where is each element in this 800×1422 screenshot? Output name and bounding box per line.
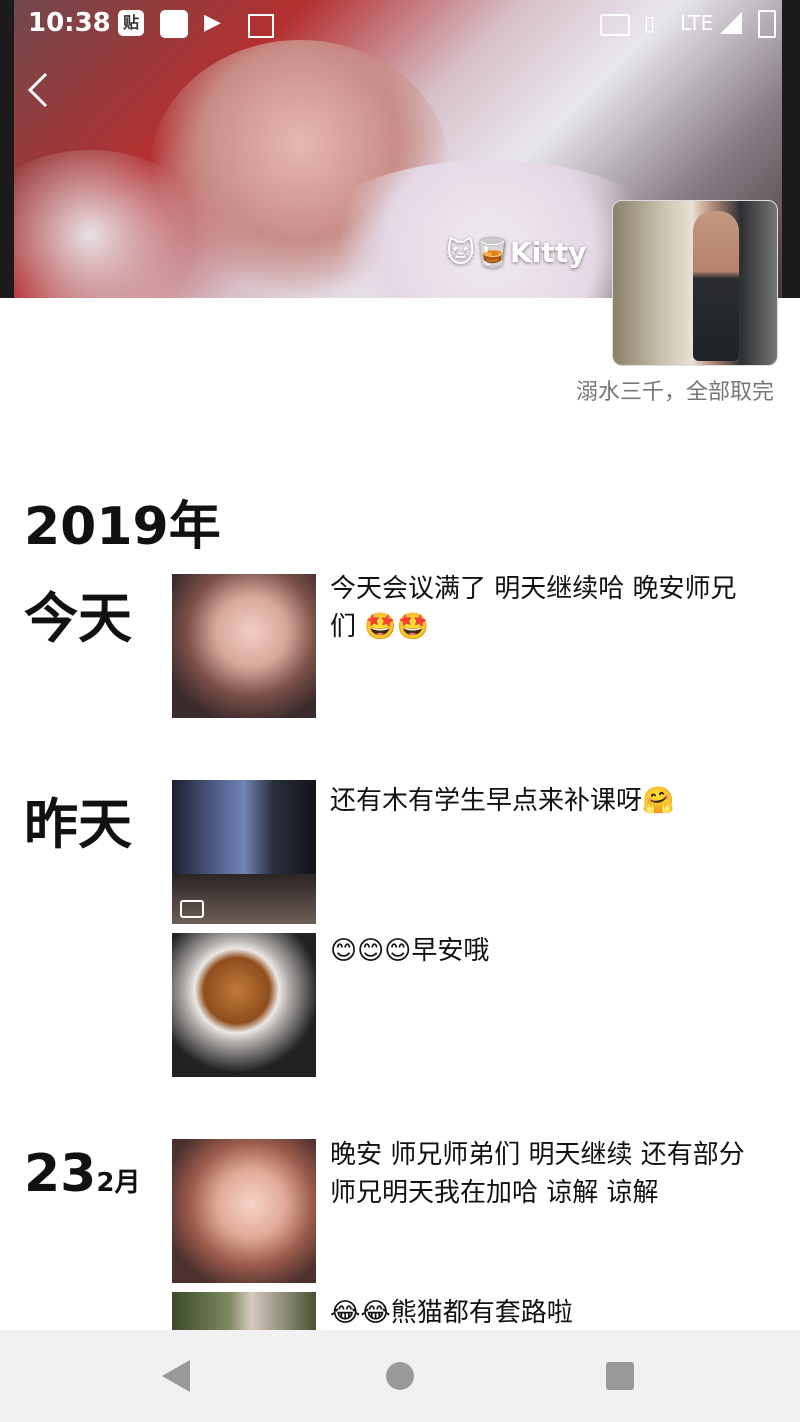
notification-tie-icon: 贴	[118, 10, 144, 36]
status-bar: 10:38 贴 ▶ ▯ LTE	[0, 0, 800, 48]
date-label: 232月	[24, 1144, 140, 1204]
post-thumbnail[interactable]	[172, 1292, 316, 1332]
signal-icon	[720, 12, 742, 34]
chevron-left-icon	[27, 72, 48, 108]
day-label-yesterday: 昨天	[24, 793, 132, 856]
screenshot-icon	[248, 14, 274, 38]
vibrate-icon: ▯	[644, 11, 656, 35]
profile-avatar[interactable]	[612, 200, 778, 366]
post-thumbnail[interactable]	[172, 933, 316, 1077]
profile-signature: 溺水三千，全部取完	[575, 380, 774, 405]
day-label-today: 今天	[24, 587, 132, 650]
date-day: 23	[24, 1144, 97, 1204]
post-text[interactable]: 😂😂熊猫都有套路啦	[330, 1294, 760, 1332]
year-heading: 2019年	[24, 497, 221, 557]
video-icon	[180, 900, 204, 918]
nav-back-icon[interactable]	[162, 1360, 190, 1392]
nav-recents-icon[interactable]	[606, 1362, 634, 1390]
nav-home-icon[interactable]	[386, 1362, 414, 1390]
battery-icon	[758, 10, 776, 38]
notification-app-icon	[160, 10, 188, 38]
post-thumbnail[interactable]	[172, 1139, 316, 1283]
play-store-icon: ▶	[204, 10, 221, 35]
post-text[interactable]: 今天会议满了 明天继续哈 晚安师兄们 🤩🤩	[330, 570, 760, 646]
profile-nickname: 🐱🥃Kitty	[446, 236, 587, 269]
post-text[interactable]: 晚安 师兄师弟们 明天继续 还有部分师兄明天我在加哈 谅解 谅解	[330, 1136, 760, 1212]
clock: 10:38	[28, 8, 111, 38]
post-text[interactable]: 😊😊😊早安哦	[330, 932, 760, 970]
post-text[interactable]: 还有木有学生早点来补课呀🤗	[330, 782, 760, 820]
network-type-label: LTE	[680, 11, 714, 35]
cast-icon	[600, 14, 630, 36]
date-month: 2月	[96, 1168, 141, 1198]
back-button[interactable]	[24, 70, 60, 114]
avatar-figure	[693, 211, 739, 361]
system-nav-bar	[0, 1330, 800, 1422]
post-thumbnail[interactable]	[172, 574, 316, 718]
post-video-thumbnail[interactable]	[172, 780, 316, 924]
